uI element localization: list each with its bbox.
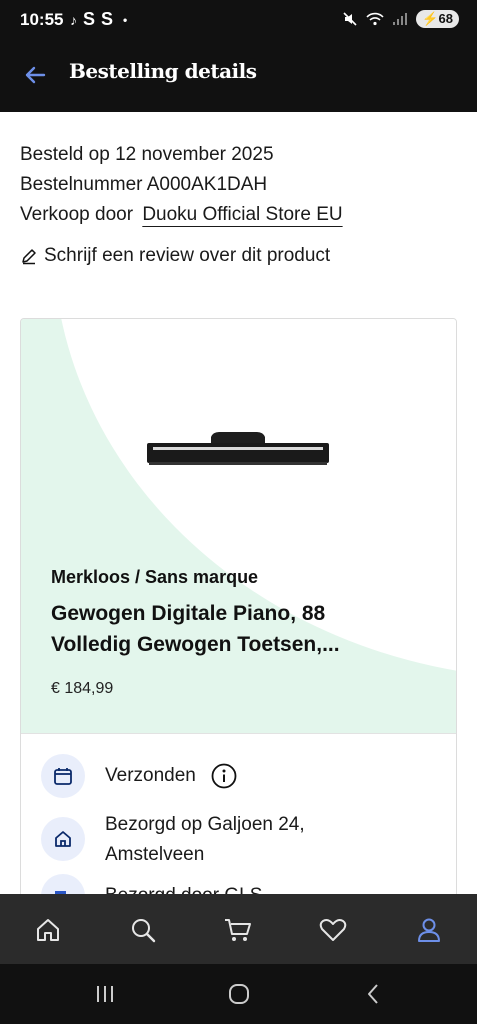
back-system-button[interactable] (358, 982, 388, 1006)
search-icon (132, 919, 156, 943)
calendar-icon (41, 754, 85, 798)
battery-level: 68 (438, 11, 453, 26)
system-icons: ⚡68 (342, 10, 459, 28)
status-dot: • (123, 12, 128, 27)
tiktok-icon: ♪ (70, 11, 77, 28)
nav-cart[interactable] (220, 912, 256, 948)
recent-apps-icon (97, 986, 113, 1002)
write-review-label: Schrijf een review over dit product (44, 245, 331, 266)
mute-icon (343, 12, 357, 26)
recent-apps-button[interactable] (90, 982, 120, 1006)
delivery-address-line2: Amstelveen (105, 844, 205, 865)
seller-prefix: Verkoop door (20, 204, 134, 225)
heart-icon (319, 919, 347, 941)
status-delivered-row: Bezorgd op Galjoen 24, Amstelveen (41, 810, 375, 870)
notification-icons: ♪ S S • (70, 9, 127, 30)
arrow-left-icon (25, 66, 46, 84)
order-info: Besteld op 12 november 2025 Bestelnummer… (20, 140, 343, 230)
home-icon (41, 817, 85, 861)
app-bar: Bestelling details (0, 42, 477, 112)
wifi-icon (366, 12, 384, 26)
order-number: Bestelnummer A000AK1DAH (20, 174, 268, 195)
nav-account[interactable] (411, 912, 447, 948)
info-icon[interactable] (211, 763, 237, 789)
seller-row: Verkoop door Duoku Official Store EU (20, 200, 343, 230)
battery-indicator: ⚡68 (416, 10, 459, 28)
nav-wishlist[interactable] (315, 912, 351, 948)
back-button[interactable] (18, 58, 52, 92)
status-shipped-row: Verzonden (41, 754, 375, 798)
home-icon (37, 919, 59, 941)
cart-icon (225, 919, 251, 941)
pencil-icon (22, 249, 36, 265)
product-card: Merkloos / Sans marque Gewogen Digitale … (20, 318, 457, 918)
signal-icon (393, 13, 408, 25)
status-time: 10:55 (20, 10, 64, 29)
product-price: € 184,99 (51, 680, 114, 697)
order-date: Besteld op 12 november 2025 (20, 144, 274, 165)
product-image (147, 432, 329, 465)
home-button-icon (229, 984, 249, 1004)
system-navigation (0, 964, 477, 1024)
chevron-left-icon (368, 984, 378, 1004)
nav-search[interactable] (125, 912, 161, 948)
bottom-navigation (0, 894, 477, 964)
product-name[interactable]: Gewogen Digitale Piano, 88 Volledig Gewo… (51, 598, 411, 660)
status-shipped-label: Verzonden (105, 765, 196, 786)
product-summary[interactable]: Merkloos / Sans marque Gewogen Digitale … (21, 319, 456, 733)
home-system-button[interactable] (224, 982, 254, 1006)
user-icon (418, 918, 440, 942)
nav-home[interactable] (30, 912, 66, 948)
write-review-link[interactable]: Schrijf een review over dit product (20, 245, 330, 267)
page-title: Bestelling details (69, 59, 257, 83)
delivery-address-line1: Bezorgd op Galjoen 24, (105, 814, 305, 835)
shipment-status-list: Verzonden Bezorgd op Galjoen 24, Amstelv… (21, 733, 456, 917)
seller-link[interactable]: Duoku Official Store EU (142, 204, 342, 225)
status-letter-1: S (83, 9, 96, 29)
product-brand: Merkloos / Sans marque (51, 567, 259, 587)
status-letter-2: S (101, 9, 114, 29)
status-bar: 10:55 ♪ S S • ⚡68 (0, 0, 477, 42)
